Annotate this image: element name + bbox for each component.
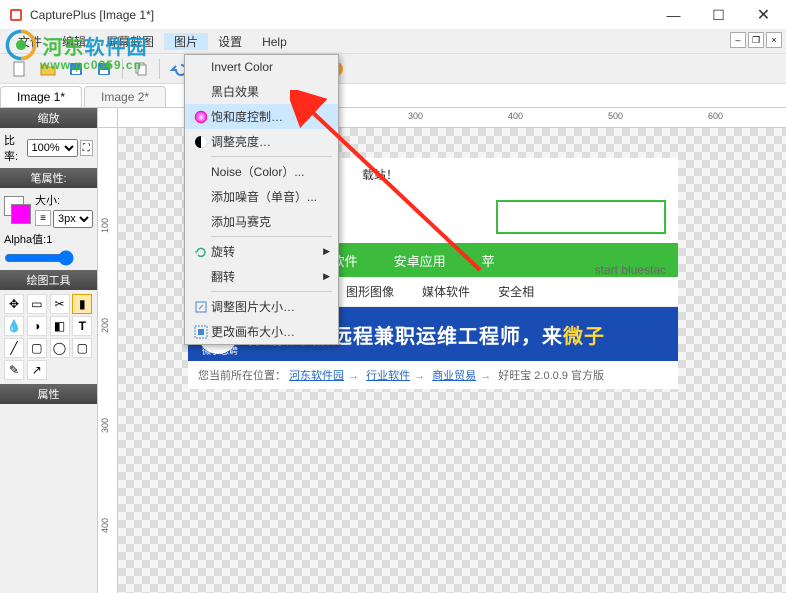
main-toolbar: ?: [0, 54, 786, 84]
menu-noise-color[interactable]: Noise（Color）...: [185, 159, 338, 184]
line-style-icon[interactable]: ≡: [35, 210, 51, 226]
bluestacks-text: start bluestac: [595, 263, 666, 277]
app-icon: [8, 7, 24, 23]
mdi-minimize-button[interactable]: –: [730, 32, 746, 48]
tool-text[interactable]: T: [72, 316, 92, 336]
sidebar: 缩放 比率: 100% ⛶ 笔属性: 大小: ≡ 3px: [0, 108, 98, 593]
minimize-button[interactable]: —: [651, 0, 696, 30]
menu-invert-color[interactable]: Invert Color: [185, 55, 338, 79]
tab-image1[interactable]: Image 1*: [0, 86, 82, 107]
breadcrumb: 您当前所在位置： 河东软件园→ 行业软件→ 商业贸易→ 好旺宝 2.0.0.9 …: [188, 361, 678, 389]
zoom-label: 比率:: [4, 132, 25, 164]
tool-eyedropper[interactable]: 💧: [4, 316, 24, 336]
mdi-restore-button[interactable]: ❐: [748, 32, 764, 48]
menu-resize-canvas[interactable]: 更改画布大小…: [185, 319, 338, 344]
menu-brightness[interactable]: 调整亮度…: [185, 129, 338, 154]
zoom-panel-title: 缩放: [0, 108, 97, 128]
tool-select[interactable]: ✥: [4, 294, 24, 314]
tools-panel-title: 绘图工具: [0, 270, 97, 290]
document-tabs: Image 1* Image 2*: [0, 84, 786, 108]
tool-rounded[interactable]: ▢: [72, 338, 92, 358]
menu-resize-image[interactable]: 调整图片大小…: [185, 294, 338, 319]
menu-noise-mono[interactable]: 添加噪音（单音）...: [185, 184, 338, 209]
tool-crop[interactable]: ✂: [50, 294, 70, 314]
alpha-label: Alpha值:1: [4, 231, 93, 247]
image-menu-dropdown: Invert Color 黑白效果 饱和度控制… 调整亮度… Noise（Col…: [184, 54, 339, 345]
menu-help[interactable]: Help: [252, 35, 297, 49]
tool-pencil[interactable]: ✎: [4, 360, 24, 380]
tool-marquee[interactable]: ▭: [27, 294, 47, 314]
menu-file[interactable]: 文件: [8, 33, 52, 50]
size-label: 大小:: [35, 192, 93, 208]
canvas-icon: [191, 324, 211, 340]
title-bar: CapturePlus [Image 1*] — ☐ ✕: [0, 0, 786, 30]
window-title: CapturePlus [Image 1*]: [30, 8, 154, 22]
zoom-fit-icon[interactable]: ⛶: [80, 140, 93, 156]
menu-settings[interactable]: 设置: [208, 33, 252, 50]
menu-bar: 文件 编辑 屏幕截图 图片 设置 Help – ❐ ×: [0, 30, 786, 54]
tool-rect[interactable]: ▢: [27, 338, 47, 358]
maximize-button[interactable]: ☐: [696, 0, 741, 30]
menu-capture[interactable]: 屏幕截图: [96, 33, 164, 50]
tool-fill[interactable]: ◑: [27, 316, 47, 336]
tool-line[interactable]: ╱: [4, 338, 24, 358]
ruler-corner: [98, 108, 118, 128]
tool-arrow[interactable]: ↗: [27, 360, 47, 380]
attrs-panel-title: 属性: [0, 384, 97, 404]
tool-highlight[interactable]: ▮: [72, 294, 92, 314]
tab-image2[interactable]: Image 2*: [84, 86, 166, 107]
mdi-close-button[interactable]: ×: [766, 32, 782, 48]
chevron-right-icon: ▶: [323, 246, 330, 257]
copy-icon[interactable]: [129, 57, 153, 81]
menu-edit[interactable]: 编辑: [52, 33, 96, 50]
close-button[interactable]: ✕: [741, 0, 786, 30]
tool-eraser[interactable]: ◧: [50, 316, 70, 336]
px-select[interactable]: 3px: [53, 210, 93, 228]
menu-saturation[interactable]: 饱和度控制…: [185, 104, 338, 129]
pen-panel-title: 笔属性:: [0, 168, 97, 188]
new-icon[interactable]: [8, 57, 32, 81]
alpha-slider[interactable]: [4, 250, 74, 266]
contrast-icon: [191, 134, 211, 150]
zoom-select[interactable]: 100%: [27, 139, 78, 157]
chevron-right-icon: ▶: [323, 271, 330, 282]
ruler-vertical: 100 200 300 400: [98, 128, 118, 593]
menu-flip[interactable]: 翻转▶: [185, 264, 338, 289]
menu-bw-effect[interactable]: 黑白效果: [185, 79, 338, 104]
bg-color-swatch[interactable]: [11, 204, 31, 224]
open-icon[interactable]: [36, 57, 60, 81]
menu-rotate[interactable]: 旋转▶: [185, 239, 338, 264]
rotate-icon: [191, 244, 211, 260]
saveas-icon[interactable]: [92, 57, 116, 81]
menu-image[interactable]: 图片: [164, 33, 208, 50]
menu-mosaic[interactable]: 添加马赛克: [185, 209, 338, 234]
save-icon[interactable]: [64, 57, 88, 81]
tool-ellipse[interactable]: ◯: [50, 338, 70, 358]
site-search-box: [496, 200, 666, 234]
hue-wheel-icon: [191, 109, 211, 125]
resize-icon: [191, 299, 211, 315]
